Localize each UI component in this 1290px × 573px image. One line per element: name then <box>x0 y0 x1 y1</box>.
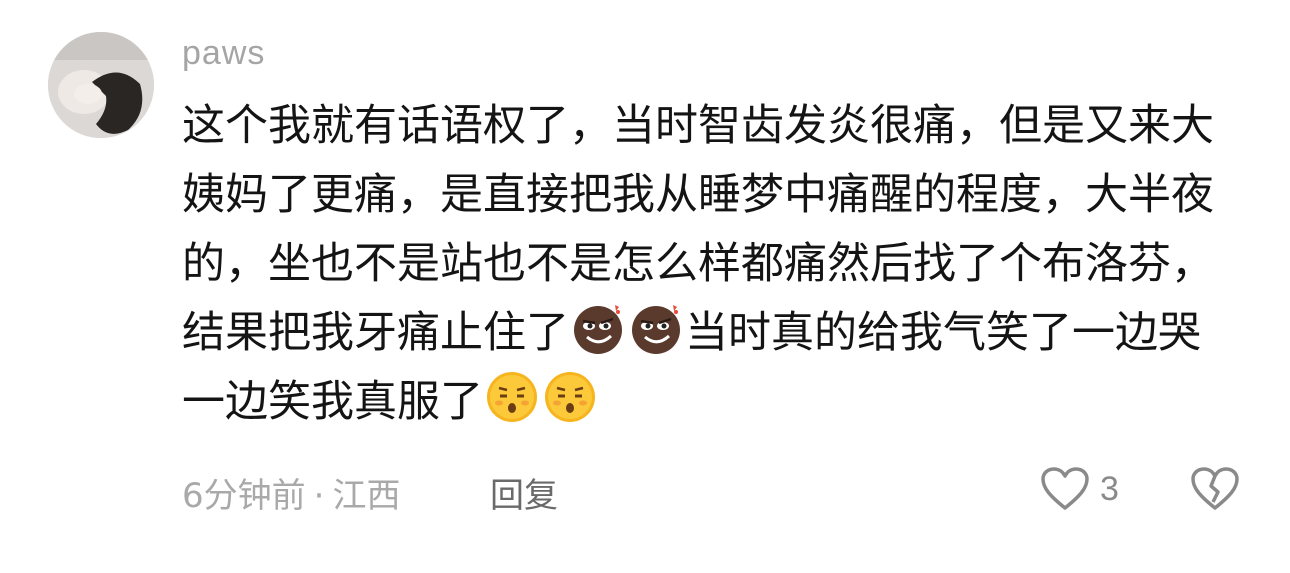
user-avatar[interactable] <box>48 32 154 138</box>
like-count: 3 <box>1100 469 1119 508</box>
speechless-yellow-emoji <box>545 372 595 422</box>
like-button[interactable]: 3 <box>1040 466 1119 512</box>
comment-time: 6分钟前 <box>182 476 306 516</box>
heart-icon <box>1041 467 1089 510</box>
comment-meta: 6分钟前 · 江西 <box>182 468 400 517</box>
username[interactable]: paws <box>182 34 265 73</box>
comment-body: 这个我就有话语权了，当时智齿发炎很痛，但是又来大姨妈了更痛，是直接把我从睡梦中痛… <box>182 92 1242 437</box>
speechless-yellow-emoji <box>487 372 537 422</box>
broken-heart-icon <box>1191 467 1239 510</box>
reply-button[interactable]: 回复 <box>490 468 558 517</box>
smirk-brown-emoji <box>632 305 680 354</box>
dislike-button[interactable] <box>1190 466 1240 516</box>
meta-separator: · <box>313 476 325 516</box>
comment-location: 江西 <box>332 476 401 516</box>
smirk-brown-emoji <box>574 305 622 354</box>
avatar-photo <box>48 32 154 138</box>
